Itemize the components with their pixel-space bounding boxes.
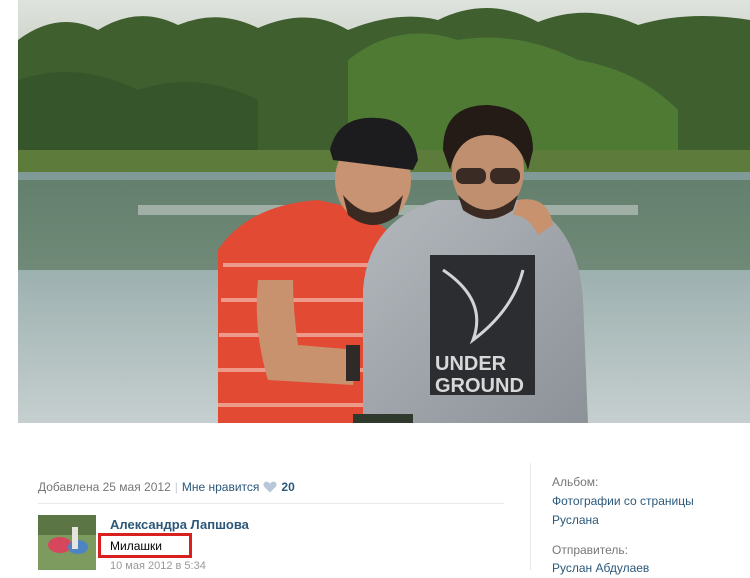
added-date: Добавлена 25 мая 2012 (38, 480, 171, 494)
heart-icon[interactable] (263, 481, 277, 496)
album-link-line1[interactable]: Фотографии со страницы (552, 492, 742, 511)
photo-info-panel: Добавлена 25 мая 2012 | Мне нравится 20 Але… (0, 423, 750, 575)
svg-text:UNDER: UNDER (435, 353, 507, 375)
sender-label: Отправитель: (552, 543, 628, 557)
sender-link[interactable]: Руслан Абдулаев (552, 559, 649, 578)
commenter-avatar[interactable] (38, 515, 96, 570)
like-count: 20 (281, 480, 295, 494)
comment-author-link[interactable]: Александра Лапшова (110, 517, 249, 532)
album-label: Альбом: (552, 475, 599, 489)
like-button[interactable]: Мне нравится (182, 480, 260, 494)
column-divider (530, 463, 531, 570)
divider (38, 503, 504, 504)
album-link-line2[interactable]: Руслана (552, 511, 742, 530)
comment-date[interactable]: 10 мая 2012 в 5:34 (110, 560, 206, 572)
comment-text: Милашки (110, 539, 162, 553)
photo-meta-line: Добавлена 25 мая 2012 | Мне нравится 20 (38, 480, 295, 496)
svg-text:GROUND: GROUND (435, 375, 524, 397)
photo-image[interactable]: UNDER GROUND (18, 0, 750, 423)
photo-sidebar: Альбом: Фотографии со страницы Руслана О… (552, 473, 742, 575)
separator: | (174, 480, 178, 494)
